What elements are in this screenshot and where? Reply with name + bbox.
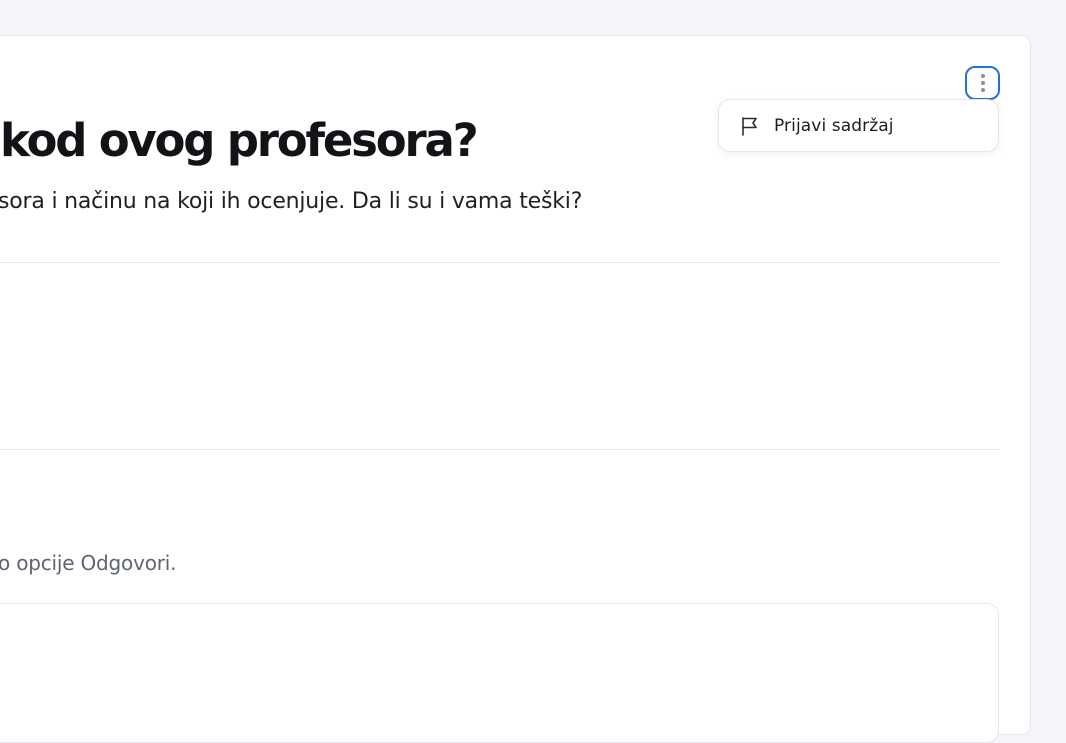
flag-icon xyxy=(739,115,761,137)
reply-input[interactable] xyxy=(0,603,999,743)
more-options-button[interactable] xyxy=(965,66,1000,100)
more-vertical-icon-dot xyxy=(980,74,985,78)
report-content-menu-item[interactable]: Prijavi sadržaj xyxy=(718,99,999,152)
post-body: sora i načinu na koji ih ocenjuje. Da li… xyxy=(0,189,583,214)
divider xyxy=(0,449,999,450)
more-vertical-icon-dot xyxy=(980,81,985,85)
reply-hint: o opcije Odgovori. xyxy=(0,551,177,575)
report-content-label: Prijavi sadržaj xyxy=(774,115,894,136)
divider xyxy=(0,262,999,263)
post-title: kod ovog profesora? xyxy=(0,114,479,167)
more-vertical-icon-dot xyxy=(980,88,985,92)
